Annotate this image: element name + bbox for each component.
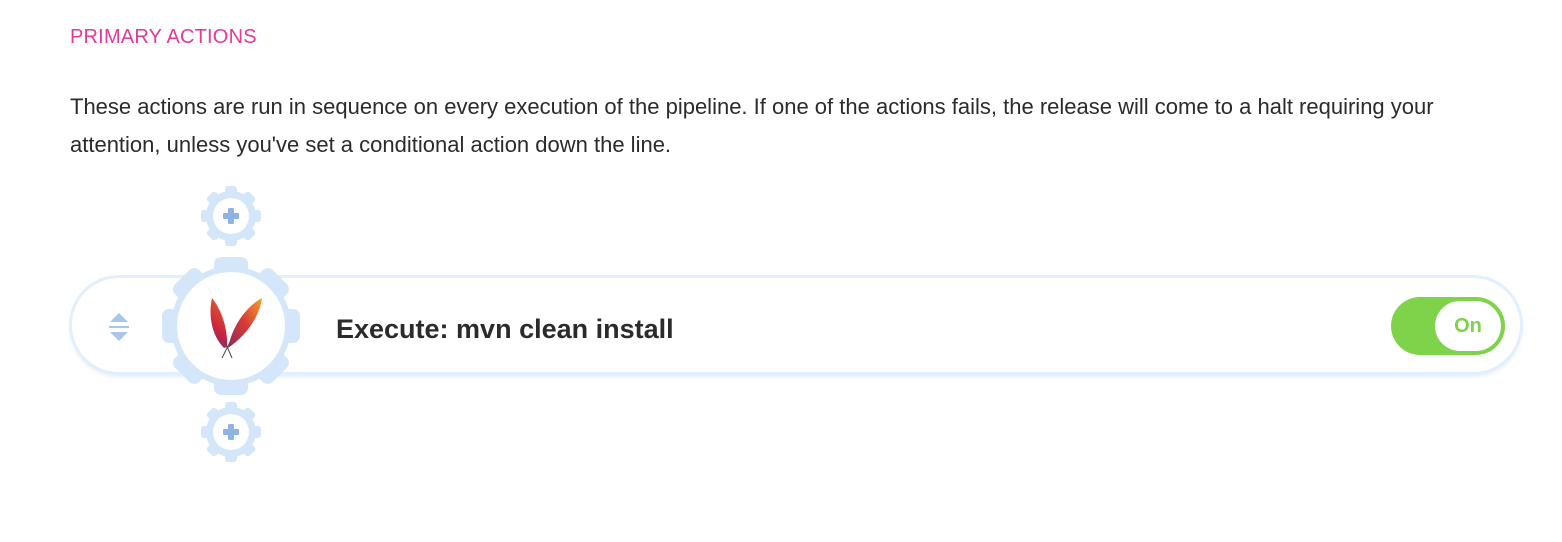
section-title: PRIMARY ACTIONS [70,26,257,48]
add-action-above-button[interactable] [199,184,263,248]
primary-actions-page: PRIMARY ACTIONS These actions are run in… [0,0,1562,542]
plus-gear-icon [201,186,261,246]
sort-arrows-icon [109,313,129,341]
apache-maven-feather-icon [200,292,264,362]
action-title[interactable]: Execute: mvn clean install [336,310,674,348]
reorder-handle[interactable] [102,310,136,344]
plus-gear-icon [201,402,261,462]
toggle-state-label: On [1454,314,1482,337]
add-action-below-button[interactable] [199,400,263,464]
action-enabled-toggle[interactable]: On [1391,297,1505,355]
toggle-knob: On [1435,301,1501,351]
section-description: These actions are run in sequence on eve… [70,94,1434,157]
